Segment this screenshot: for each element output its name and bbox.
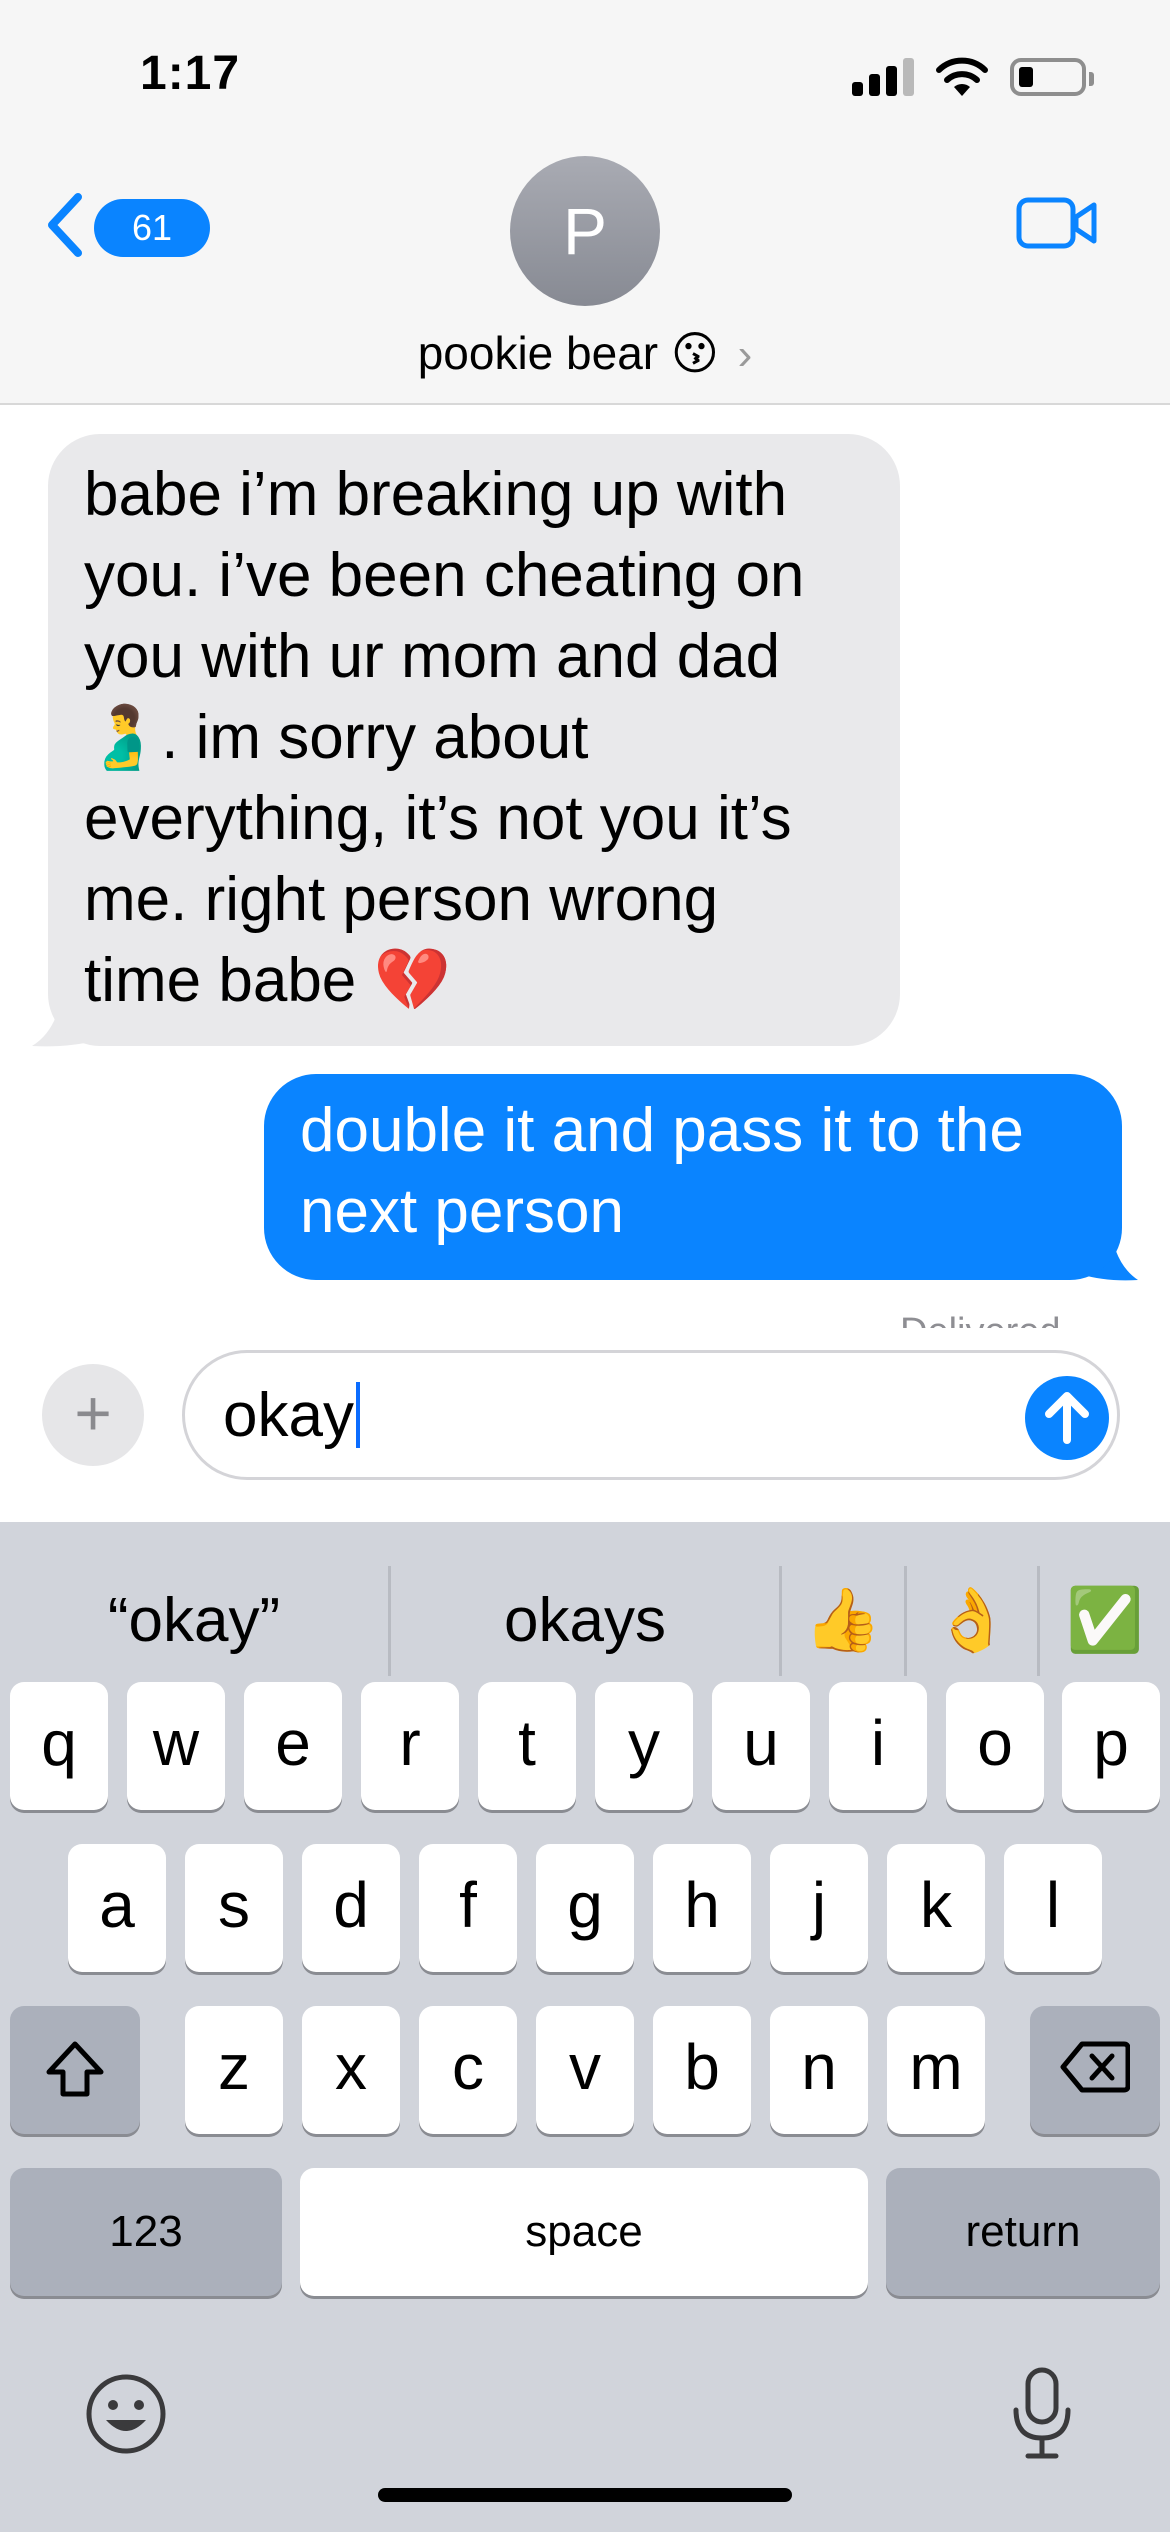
key-o[interactable]: o <box>946 1682 1044 1810</box>
key-k[interactable]: k <box>887 1844 985 1972</box>
contact-name-row[interactable]: pookie bear 😗 › <box>0 318 1170 388</box>
key-l[interactable]: l <box>1004 1844 1102 1972</box>
shift-key[interactable] <box>10 2006 140 2134</box>
suggestion-okays[interactable]: okays <box>391 1556 779 1686</box>
back-button[interactable]: 61 <box>44 185 210 265</box>
suggestion-thumbs-up[interactable]: 👍 <box>782 1556 904 1686</box>
keyboard: “okay” okays 👍 👌 ✅ q w e r t y u i o p a… <box>0 1522 1170 2532</box>
text-caret <box>355 1382 360 1448</box>
message-input-value: okay <box>223 1381 354 1450</box>
apps-plus-button[interactable]: + <box>42 1364 144 1466</box>
key-x[interactable]: x <box>302 2006 400 2134</box>
key-w[interactable]: w <box>127 1682 225 1810</box>
key-s[interactable]: s <box>185 1844 283 1972</box>
send-button[interactable] <box>1025 1376 1109 1460</box>
shift-icon <box>46 2041 104 2097</box>
emoji-face-icon[interactable] <box>84 2372 168 2456</box>
key-u[interactable]: u <box>712 1682 810 1810</box>
delete-backspace-icon <box>1060 2041 1131 2093</box>
numbers-key[interactable]: 123 <box>10 2168 282 2296</box>
cellular-signal-icon <box>852 58 914 96</box>
contact-name: pookie bear <box>417 327 659 379</box>
received-message-bubble[interactable]: babe i’m breaking up with you. i’ve been… <box>48 434 900 1046</box>
contact-emoji: 😗 <box>670 327 719 379</box>
contact-avatar[interactable]: P <box>510 156 660 306</box>
battery-icon <box>1010 58 1094 96</box>
key-m[interactable]: m <box>887 2006 985 2134</box>
key-q[interactable]: q <box>10 1682 108 1810</box>
sent-message-bubble[interactable]: double it and pass it to the next person <box>264 1074 1122 1280</box>
chevron-right-icon: › <box>737 330 753 379</box>
key-j[interactable]: j <box>770 1844 868 1972</box>
message-input-text: okay <box>223 1379 360 1453</box>
key-z[interactable]: z <box>185 2006 283 2134</box>
conversation-header: 1:17 61 P pookie bear 😗 › <box>0 0 1170 405</box>
suggestion-check[interactable]: ✅ <box>1040 1556 1170 1686</box>
key-d[interactable]: d <box>302 1844 400 1972</box>
suggestion-ok-hand[interactable]: 👌 <box>907 1556 1037 1686</box>
wifi-icon <box>936 57 988 96</box>
chevron-left-icon <box>48 193 82 257</box>
key-n[interactable]: n <box>770 2006 868 2134</box>
unread-count-badge: 61 <box>94 199 210 257</box>
key-f[interactable]: f <box>419 1844 517 1972</box>
key-t[interactable]: t <box>478 1682 576 1810</box>
status-time: 1:17 <box>140 47 241 100</box>
key-g[interactable]: g <box>536 1844 634 1972</box>
delivery-status: Delivered <box>900 1306 1140 1328</box>
space-bar[interactable]: space <box>300 2168 868 2296</box>
video-camera-icon[interactable] <box>1016 195 1098 251</box>
return-key[interactable]: return <box>886 2168 1160 2296</box>
key-e[interactable]: e <box>244 1682 342 1810</box>
key-r[interactable]: r <box>361 1682 459 1810</box>
microphone-icon[interactable] <box>1010 2366 1074 2462</box>
key-y[interactable]: y <box>595 1682 693 1810</box>
key-a[interactable]: a <box>68 1844 166 1972</box>
message-input[interactable]: okay <box>182 1350 1120 1480</box>
key-i[interactable]: i <box>829 1682 927 1810</box>
key-v[interactable]: v <box>536 2006 634 2134</box>
key-c[interactable]: c <box>419 2006 517 2134</box>
delete-key[interactable] <box>1030 2006 1160 2134</box>
key-h[interactable]: h <box>653 1844 751 1972</box>
home-indicator <box>378 2488 792 2502</box>
suggestion-quoted[interactable]: “okay” <box>0 1556 388 1686</box>
key-b[interactable]: b <box>653 2006 751 2134</box>
key-p[interactable]: p <box>1062 1682 1160 1810</box>
